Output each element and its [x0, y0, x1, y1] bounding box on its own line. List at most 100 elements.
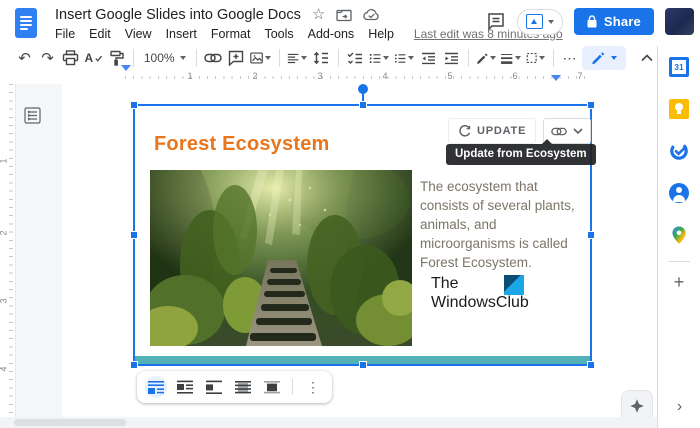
forest-image	[150, 170, 412, 346]
ruler-number: 2	[0, 230, 9, 235]
editing-mode-button[interactable]	[582, 46, 626, 70]
decrease-indent-icon[interactable]	[419, 48, 437, 68]
menu-file[interactable]: File	[55, 27, 75, 41]
resize-handle-se[interactable]	[587, 361, 595, 369]
menu-format[interactable]: Format	[211, 27, 251, 41]
redo-icon[interactable]: ↷	[39, 48, 57, 68]
behind-text-icon[interactable]	[232, 376, 254, 398]
windowsclub-logo-mark-icon	[504, 275, 524, 295]
move-to-folder-icon[interactable]	[336, 8, 352, 22]
update-button[interactable]: UPDATE	[448, 118, 536, 144]
ruler-number: 2	[250, 71, 260, 81]
numbered-list-icon[interactable]	[394, 48, 414, 68]
wrap-text-icon[interactable]	[174, 376, 196, 398]
presentation-view-button[interactable]	[517, 9, 563, 35]
ruler-number: 3	[315, 71, 325, 81]
chevron-down-icon	[573, 128, 583, 134]
chevron-down-icon	[383, 56, 389, 60]
resize-handle-sw[interactable]	[130, 361, 138, 369]
google-keep-icon[interactable]	[669, 99, 689, 119]
image-options-toolbar: ⋮	[137, 371, 332, 403]
menu-tools[interactable]: Tools	[264, 27, 293, 41]
get-add-ons-icon[interactable]: +	[674, 274, 685, 290]
topbar: Insert Google Slides into Google Docs ☆ …	[0, 0, 700, 46]
star-icon[interactable]: ☆	[312, 7, 325, 22]
chevron-down-icon	[265, 56, 271, 60]
lock-icon	[587, 15, 597, 28]
menu-view[interactable]: View	[125, 27, 152, 41]
google-docs-logo-icon[interactable]	[15, 8, 37, 38]
insert-image-icon[interactable]	[250, 48, 271, 68]
google-contacts-icon[interactable]	[669, 183, 689, 203]
chevron-down-icon	[515, 56, 521, 60]
menu-insert[interactable]: Insert	[166, 27, 197, 41]
chevron-down-icon	[611, 56, 617, 60]
document-outline-icon[interactable]	[24, 107, 42, 125]
hide-side-panel-icon[interactable]: ›	[658, 398, 700, 416]
right-indent-marker[interactable]	[551, 75, 561, 81]
share-button[interactable]: Share	[574, 8, 654, 35]
border-dash-icon[interactable]	[526, 48, 545, 68]
in-front-of-text-icon[interactable]	[261, 376, 283, 398]
resize-handle-n[interactable]	[359, 101, 367, 109]
chevron-down-icon	[490, 56, 496, 60]
toolbar: ↶ ↷ A 100%	[0, 46, 670, 70]
google-tasks-icon[interactable]	[669, 141, 689, 161]
undo-icon[interactable]: ↶	[16, 48, 34, 68]
ruler-number: 4	[0, 366, 9, 371]
document-page[interactable]: UPDATE Update from Ecosystem Forest Ecos…	[62, 84, 657, 417]
edit-pencil-icon	[591, 51, 605, 65]
document-canvas: 1 2 3 4	[0, 84, 657, 428]
slide-title: Forest Ecosystem	[154, 133, 330, 156]
insert-link-icon[interactable]	[204, 48, 222, 68]
more-options-icon[interactable]: ⋯	[561, 48, 579, 68]
zoom-select[interactable]: 100%	[144, 51, 186, 65]
inline-wrap-icon[interactable]	[145, 376, 167, 398]
menu-edit[interactable]: Edit	[89, 27, 111, 41]
embedded-slide-selection[interactable]: UPDATE Update from Ecosystem Forest Ecos…	[133, 104, 592, 366]
side-panel: 31 + ›	[657, 46, 700, 428]
bulleted-list-icon[interactable]	[369, 48, 389, 68]
border-color-icon[interactable]	[476, 48, 496, 68]
spellcheck-icon[interactable]: A	[85, 48, 103, 68]
line-spacing-icon[interactable]	[312, 48, 330, 68]
hide-menus-icon[interactable]	[638, 48, 656, 68]
line-weight-icon[interactable]	[501, 48, 520, 68]
horizontal-ruler[interactable]: 1 2 3 4 5 6 7	[0, 70, 657, 85]
resize-handle-w[interactable]	[130, 231, 138, 239]
more-image-options-icon[interactable]: ⋮	[302, 376, 324, 398]
account-avatar[interactable]	[665, 8, 694, 35]
resize-handle-s[interactable]	[359, 361, 367, 369]
comment-history-icon[interactable]	[486, 12, 506, 31]
link-icon	[551, 127, 567, 136]
rotate-handle[interactable]	[358, 84, 368, 94]
chevron-down-icon	[301, 56, 307, 60]
resize-handle-nw[interactable]	[130, 101, 138, 109]
google-calendar-icon[interactable]: 31	[669, 57, 689, 77]
resize-handle-ne[interactable]	[587, 101, 595, 109]
chevron-down-icon	[408, 56, 414, 60]
google-maps-icon[interactable]	[669, 225, 689, 245]
menu-help[interactable]: Help	[368, 27, 394, 41]
increase-indent-icon[interactable]	[442, 48, 460, 68]
horizontal-scrollbar[interactable]	[0, 417, 657, 428]
resize-handle-e[interactable]	[587, 231, 595, 239]
document-title[interactable]: Insert Google Slides into Google Docs	[55, 7, 301, 23]
slide-body-text: The ecosystem that consists of several p…	[420, 177, 586, 272]
ruler-number: 3	[0, 298, 9, 303]
panel-divider	[668, 261, 690, 262]
add-comment-icon[interactable]	[227, 48, 245, 68]
vertical-ruler[interactable]: 1 2 3 4	[0, 84, 16, 417]
chevron-down-icon	[548, 20, 554, 24]
ruler-number: 5	[445, 71, 455, 81]
scrollbar-thumb[interactable]	[14, 419, 126, 426]
windowsclub-logo: The WindowsClub	[431, 274, 571, 312]
align-icon[interactable]	[287, 48, 307, 68]
checklist-icon[interactable]	[346, 48, 364, 68]
chevron-down-icon	[180, 56, 186, 60]
cloud-saved-icon[interactable]	[363, 8, 380, 21]
menu-addons[interactable]: Add-ons	[308, 27, 355, 41]
break-text-icon[interactable]	[203, 376, 225, 398]
ruler-number: 6	[510, 71, 520, 81]
print-icon[interactable]	[62, 48, 80, 68]
